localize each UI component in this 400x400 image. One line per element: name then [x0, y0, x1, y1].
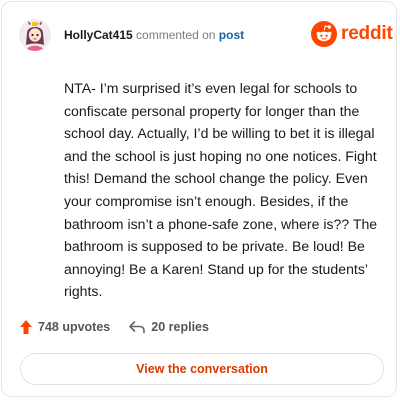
avatar[interactable]: [19, 19, 51, 51]
upvotes-stat[interactable]: 748 upvotes: [19, 319, 110, 335]
view-conversation-button[interactable]: View the conversation: [20, 353, 384, 385]
upvote-arrow-icon: [20, 320, 32, 334]
reddit-wordmark: reddit: [341, 23, 393, 44]
action-text: commented on: [136, 28, 216, 42]
upvotes-count: 748 upvotes: [38, 320, 111, 334]
comment-text: NTA- I’m surprised it’s even legal for s…: [64, 80, 378, 300]
reddit-logo[interactable]: reddit: [311, 21, 393, 47]
avatar-icon: [19, 19, 51, 51]
replies-stat[interactable]: 20 replies: [128, 320, 209, 334]
replies-count: 20 replies: [151, 320, 209, 334]
reply-arrow-icon: [129, 321, 146, 334]
comment-header: HollyCat415 commented on post: [64, 28, 244, 42]
comment-card: HollyCat415 commented on post reddit NTA…: [1, 1, 397, 397]
comment-stats: 748 upvotes 20 replies: [19, 319, 209, 335]
post-link[interactable]: post: [219, 28, 244, 42]
reddit-alien-icon: [311, 21, 337, 47]
username[interactable]: HollyCat415: [64, 28, 133, 42]
